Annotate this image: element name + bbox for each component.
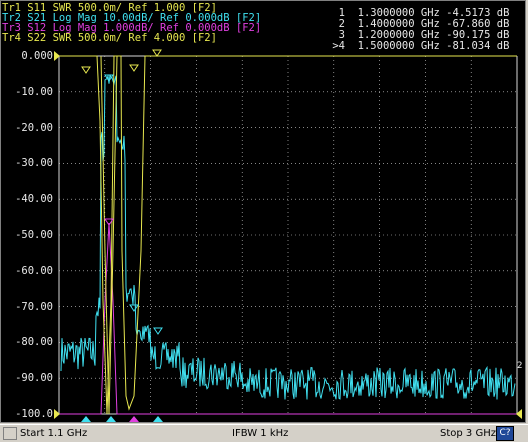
status-bar: Start 1.1 GHz IFBW 1 kHz Stop 3 GHz C? xyxy=(0,424,528,442)
bottom-marker-icon xyxy=(106,416,116,422)
y-tick-label: -60.00 xyxy=(15,264,53,277)
bottom-marker-icon xyxy=(81,416,91,422)
marker-triangle xyxy=(152,49,162,57)
marker-row-3: 3 1.2000000 GHz -90.175 dB xyxy=(338,29,510,41)
trace-4-label: Tr4 S22 SWR 500.0m/ Ref 4.000 [F2] xyxy=(2,32,217,44)
bottom-marker-icon xyxy=(153,416,163,422)
marker-triangle xyxy=(153,327,163,335)
y-tick-label: -20.00 xyxy=(15,121,53,134)
marker-triangle xyxy=(129,304,139,312)
channel-badge[interactable]: C? xyxy=(496,426,514,441)
y-tick-label: -80.00 xyxy=(15,336,53,349)
stop-frequency[interactable]: Stop 3 GHz xyxy=(440,428,496,439)
ifbw-setting[interactable]: IFBW 1 kHz xyxy=(232,428,288,439)
y-tick-label: -40.00 xyxy=(15,193,53,206)
marker-row-4: >4 1.5000000 GHz -81.034 dB xyxy=(332,40,510,52)
y-tick-label: 0.000 xyxy=(21,50,53,62)
y-tick-label: -10.00 xyxy=(15,85,53,98)
analyzer-screen[interactable]: Tr1 S11 SWR 500.0m/ Ref 1.000 [F2] Tr2 S… xyxy=(0,0,526,423)
trace-plot[interactable] xyxy=(1,1,526,423)
start-frequency[interactable]: Start 1.1 GHz xyxy=(20,428,87,439)
bottom-marker-icon xyxy=(129,416,139,422)
trace-4-header[interactable]: Tr4 S22 SWR 500.0m/ Ref 4.000 [F2] xyxy=(2,32,217,44)
y-tick-label: -70.00 xyxy=(15,300,53,313)
channel-window-icon[interactable] xyxy=(3,427,17,440)
y-tick-label: -50.00 xyxy=(15,229,53,241)
marker-row-1: 1 1.3000000 GHz -4.5173 dB xyxy=(338,7,510,19)
y-tick-label: -100.0 xyxy=(15,408,53,420)
y-tick-label: -90.00 xyxy=(15,372,53,385)
marker-triangle xyxy=(129,64,139,72)
marker-triangle xyxy=(81,66,91,74)
y-tick-label: -30.00 xyxy=(15,157,53,170)
marker-row-2: 2 1.4000000 GHz -67.860 dB xyxy=(338,18,510,30)
right-channel-marker: 2 xyxy=(517,361,523,371)
